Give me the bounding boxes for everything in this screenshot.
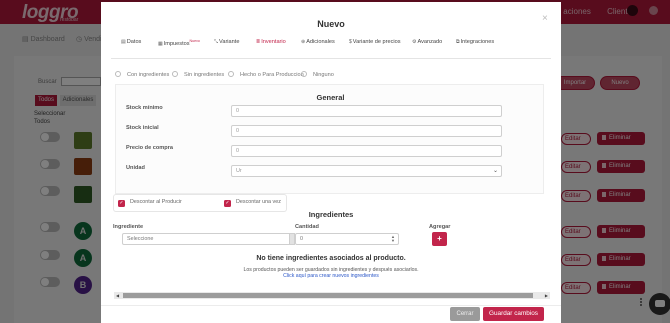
stock-inicial-input[interactable]: 0	[231, 125, 502, 137]
variante-icon: ⤡	[214, 39, 219, 45]
footer-divider	[101, 305, 561, 306]
modal-tabs: ▤Datos ▦ImpuestosNuevo ⤡Variante ≣Invent…	[101, 39, 561, 51]
discount-options: ✓ Descontar al Producir ✓ Descontar una ve…	[114, 195, 286, 211]
create-ingredients-link[interactable]: Click aquí para crear nuevos ingrediente…	[101, 273, 561, 279]
guardar-cambios-button[interactable]: Guardar cambios	[483, 307, 544, 321]
radio-dot	[115, 71, 121, 77]
tab-variante-precios[interactable]: $Variante de precios	[349, 39, 401, 45]
ingredientes-title: Ingredientes	[308, 210, 354, 219]
scrollbar-thumb[interactable]	[123, 293, 533, 298]
tab-impuestos[interactable]: ▦ImpuestosNuevo	[158, 39, 200, 47]
scroll-right-icon[interactable]: ▶	[545, 292, 548, 299]
general-section: General Stock mínimo 0 Stock inicial 0 P…	[115, 84, 544, 194]
empty-state-title: No tiene ingredientes asociados al produ…	[256, 255, 406, 262]
datos-icon: ▤	[121, 39, 126, 45]
tabs-divider	[111, 58, 551, 59]
scroll-left-icon[interactable]: ◀	[116, 292, 119, 299]
radio-ninguno[interactable]: Ninguno	[301, 71, 334, 78]
radio-con-ingredientes[interactable]: Con ingredientes	[115, 71, 169, 78]
adicionales-icon: ⊕	[301, 39, 306, 45]
ingrediente-col-label: Ingrediente	[113, 224, 144, 230]
radio-sin-ingredientes[interactable]: Sin ingredientes	[172, 71, 224, 78]
inventory-type-radios: Con ingredientes Sin ingredientes Hecho …	[115, 71, 555, 81]
close-icon[interactable]: ×	[542, 13, 548, 24]
tab-inventario[interactable]: ≣Inventario	[256, 39, 286, 45]
tab-integraciones[interactable]: ⧉Integraciones	[456, 39, 494, 45]
add-ingredient-button[interactable]: +	[432, 232, 447, 246]
stepper-icon[interactable]: ▲ ▼	[391, 235, 395, 243]
descontar-producir-checkbox[interactable]: ✓ Descontar al Producir	[118, 199, 182, 207]
stock-minimo-label: Stock mínimo	[126, 105, 163, 111]
chevron-down-icon: ⌄	[492, 168, 498, 174]
avanzado-icon: ⚙	[412, 39, 417, 45]
radio-dot	[301, 71, 307, 77]
cantidad-col-label: Cantidad	[295, 224, 319, 230]
check-icon: ✓	[118, 200, 125, 207]
variante-precios-icon: $	[349, 39, 352, 45]
radio-dot	[228, 71, 234, 77]
horizontal-scrollbar[interactable]: ◀ ▶	[114, 292, 550, 299]
integraciones-icon: ⧉	[456, 39, 460, 45]
descontar-una-vez-checkbox[interactable]: ✓ Descontar una vez	[224, 199, 281, 207]
general-title: General	[316, 93, 345, 102]
modal-title: Nuevo	[317, 19, 345, 29]
stock-inicial-label: Stock inicial	[126, 125, 159, 131]
precio-compra-input[interactable]: 0	[231, 145, 502, 157]
impuestos-icon: ▦	[158, 40, 163, 47]
cantidad-input[interactable]: 0 ▲ ▼	[295, 233, 399, 245]
unidad-select[interactable]: Ur ⌄	[231, 165, 502, 177]
stock-minimo-input[interactable]: 0	[231, 105, 502, 117]
ingrediente-select[interactable]: Seleccione	[122, 233, 292, 245]
tab-datos[interactable]: ▤Datos	[121, 39, 141, 45]
agregar-col-label: Agregar	[429, 224, 451, 230]
precio-compra-label: Precio de compra	[126, 145, 173, 151]
radio-dot	[172, 71, 178, 77]
tab-variante[interactable]: ⤡Variante	[214, 39, 239, 45]
cerrar-button[interactable]: Cerrar	[450, 307, 480, 321]
check-icon: ✓	[224, 200, 231, 207]
inventario-icon: ≣	[256, 39, 261, 45]
unidad-label: Unidad	[126, 165, 145, 171]
radio-hecho-produccion[interactable]: Hecho o Para Produccion	[228, 71, 304, 78]
product-modal: Nuevo × ▤Datos ▦ImpuestosNuevo ⤡Variante…	[101, 2, 561, 323]
tab-adicionales[interactable]: ⊕Adicionales	[301, 39, 335, 45]
tab-avanzado[interactable]: ⚙Avanzado	[412, 39, 442, 45]
new-badge: Nuevo	[189, 39, 200, 43]
